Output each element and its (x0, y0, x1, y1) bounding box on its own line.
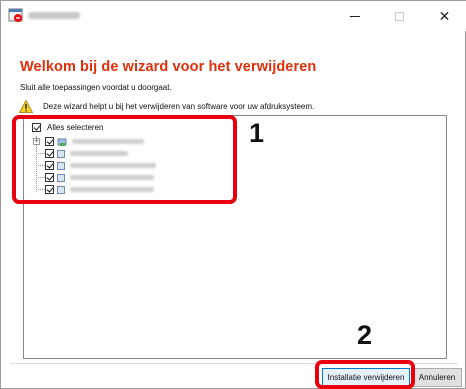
page-title: Welkom bij de wizard voor het verwijdere… (20, 59, 317, 75)
info-row: Deze wizard helpt u bij het verwijderen … (19, 98, 314, 114)
callout-box-1 (12, 115, 237, 204)
window-title (28, 12, 80, 19)
minimize-button[interactable] (332, 1, 377, 31)
warning-info-icon (19, 99, 33, 113)
minimize-icon (349, 15, 360, 17)
callout-box-2 (315, 360, 415, 389)
callout-number-2: 2 (357, 320, 373, 350)
maximize-button[interactable] (377, 1, 422, 31)
maximize-icon (395, 11, 404, 21)
info-text: Deze wizard helpt u bij het verwijderen … (43, 101, 315, 111)
close-button[interactable]: ✕ (422, 1, 466, 31)
instruction-text: Sluit alle toepassingen voordat u doorga… (20, 83, 172, 92)
uninstall-app-icon (8, 8, 23, 22)
callout-number-1: 1 (249, 118, 265, 148)
cancel-button[interactable]: Annuleren (412, 368, 462, 387)
title-bar[interactable]: ✕ (1, 1, 466, 31)
wizard-window: ✕ Welkom bij de wizard voor het verwijde… (0, 0, 466, 389)
close-icon: ✕ (438, 7, 451, 24)
